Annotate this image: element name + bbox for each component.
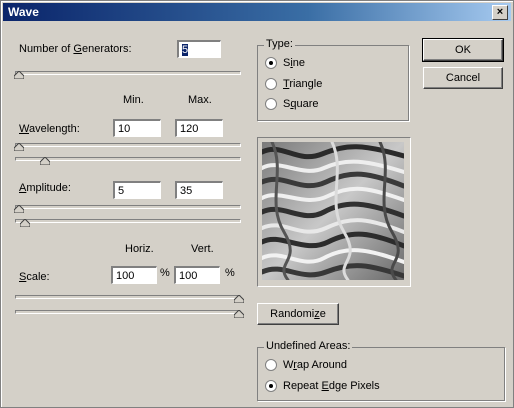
generators-slider-track[interactable] — [15, 71, 241, 75]
preview-image — [262, 142, 404, 280]
scale-horiz-value: 100 — [116, 270, 135, 282]
wrap-around-radio[interactable] — [265, 359, 277, 371]
horiz-header: Horiz. — [125, 243, 154, 255]
min-header: Min. — [123, 94, 144, 106]
wavelength-label-post: avelength: — [28, 123, 80, 135]
type-triangle-post: riangle — [289, 78, 323, 90]
slider-thumb-icon — [40, 157, 50, 165]
wave-dialog: Wave × Number of Generators: 5 Min. Max.… — [0, 0, 514, 408]
type-square-label[interactable]: Square — [283, 98, 319, 110]
slider-thumb-icon — [14, 143, 24, 151]
type-triangle-radio[interactable] — [265, 78, 277, 90]
type-sine-label[interactable]: Sine — [283, 57, 305, 69]
generators-label: Number of Generators: — [19, 43, 132, 55]
max-header: Max. — [188, 94, 212, 106]
wavelength-label-accel: W — [19, 123, 29, 135]
amplitude-label: Amplitude: — [19, 182, 71, 194]
type-sine-radio[interactable] — [265, 57, 277, 69]
slider-thumb-icon — [14, 205, 24, 213]
generators-label-accel: G — [73, 43, 82, 55]
undefined-areas-title: Undefined Areas: — [264, 340, 353, 352]
slider-thumb-icon — [20, 219, 30, 227]
undefined-areas-group: Undefined Areas: — [257, 340, 505, 401]
scale-horiz-slider-track[interactable] — [15, 295, 241, 299]
wave-preview — [257, 137, 411, 287]
wavelength-min-input[interactable]: 10 — [113, 119, 161, 137]
amplitude-min-value: 5 — [118, 185, 125, 197]
randomize-pre: Randomi — [270, 308, 315, 320]
radio-selected-dot — [269, 61, 273, 65]
type-group: Type: — [257, 38, 409, 121]
repeat-edge-accel: E — [321, 380, 329, 392]
wavelength-min-slider-track[interactable] — [15, 143, 241, 147]
wrap-around-pre: W — [283, 359, 294, 371]
scale-vert-unit: % — [225, 267, 235, 279]
type-group-title: Type: — [264, 38, 295, 50]
vert-header: Vert. — [191, 243, 214, 255]
wavelength-min-value: 10 — [118, 123, 131, 135]
close-button[interactable]: × — [492, 5, 508, 20]
amplitude-min-slider-track[interactable] — [15, 205, 241, 209]
cancel-button[interactable]: Cancel — [423, 67, 503, 89]
amplitude-max-input[interactable]: 35 — [175, 181, 223, 199]
repeat-edge-pre: Repeat — [283, 380, 322, 392]
randomize-post: e — [319, 308, 326, 320]
radio-selected-dot — [269, 384, 273, 388]
wrap-around-post: ap Around — [296, 359, 348, 371]
repeat-edge-pixels-radio[interactable] — [265, 380, 277, 392]
wrap-around-label[interactable]: Wrap Around — [283, 359, 347, 371]
type-square-radio[interactable] — [265, 98, 277, 110]
amplitude-min-input[interactable]: 5 — [113, 181, 161, 199]
scale-horiz-unit: % — [160, 267, 170, 279]
type-triangle-label[interactable]: Triangle — [283, 78, 322, 90]
amplitude-max-slider-track[interactable] — [15, 219, 241, 223]
slider-thumb-icon — [234, 295, 244, 303]
repeat-edge-pixels-label[interactable]: Repeat Edge Pixels — [283, 380, 380, 392]
ok-button[interactable]: OK — [422, 38, 504, 62]
generators-label-post: enerators: — [81, 43, 132, 55]
window-title: Wave — [8, 5, 39, 19]
type-sine-post: ne — [292, 57, 306, 69]
generators-input[interactable]: 5 — [177, 40, 221, 58]
generators-value: 5 — [182, 44, 189, 56]
scale-vert-value: 100 — [179, 270, 198, 282]
scale-vert-input[interactable]: 100 — [174, 266, 220, 284]
repeat-edge-post: dge Pixels — [328, 380, 380, 392]
scale-label: Scale: — [19, 271, 50, 283]
slider-thumb-icon — [14, 71, 24, 79]
title-bar[interactable]: Wave × — [3, 3, 511, 21]
scale-horiz-input[interactable]: 100 — [111, 266, 157, 284]
scale-vert-slider-track[interactable] — [15, 310, 241, 314]
randomize-button[interactable]: Randomize — [257, 303, 339, 325]
wavelength-max-value: 120 — [180, 123, 199, 135]
amplitude-label-post: mplitude: — [26, 182, 71, 194]
generators-label-pre: Number of — [19, 43, 74, 55]
slider-thumb-icon — [234, 310, 244, 318]
wavelength-label: Wavelength: — [19, 123, 80, 135]
wavelength-max-input[interactable]: 120 — [175, 119, 223, 137]
scale-label-post: cale: — [26, 271, 50, 283]
amplitude-max-value: 35 — [180, 185, 193, 197]
type-square-post: uare — [296, 98, 319, 110]
